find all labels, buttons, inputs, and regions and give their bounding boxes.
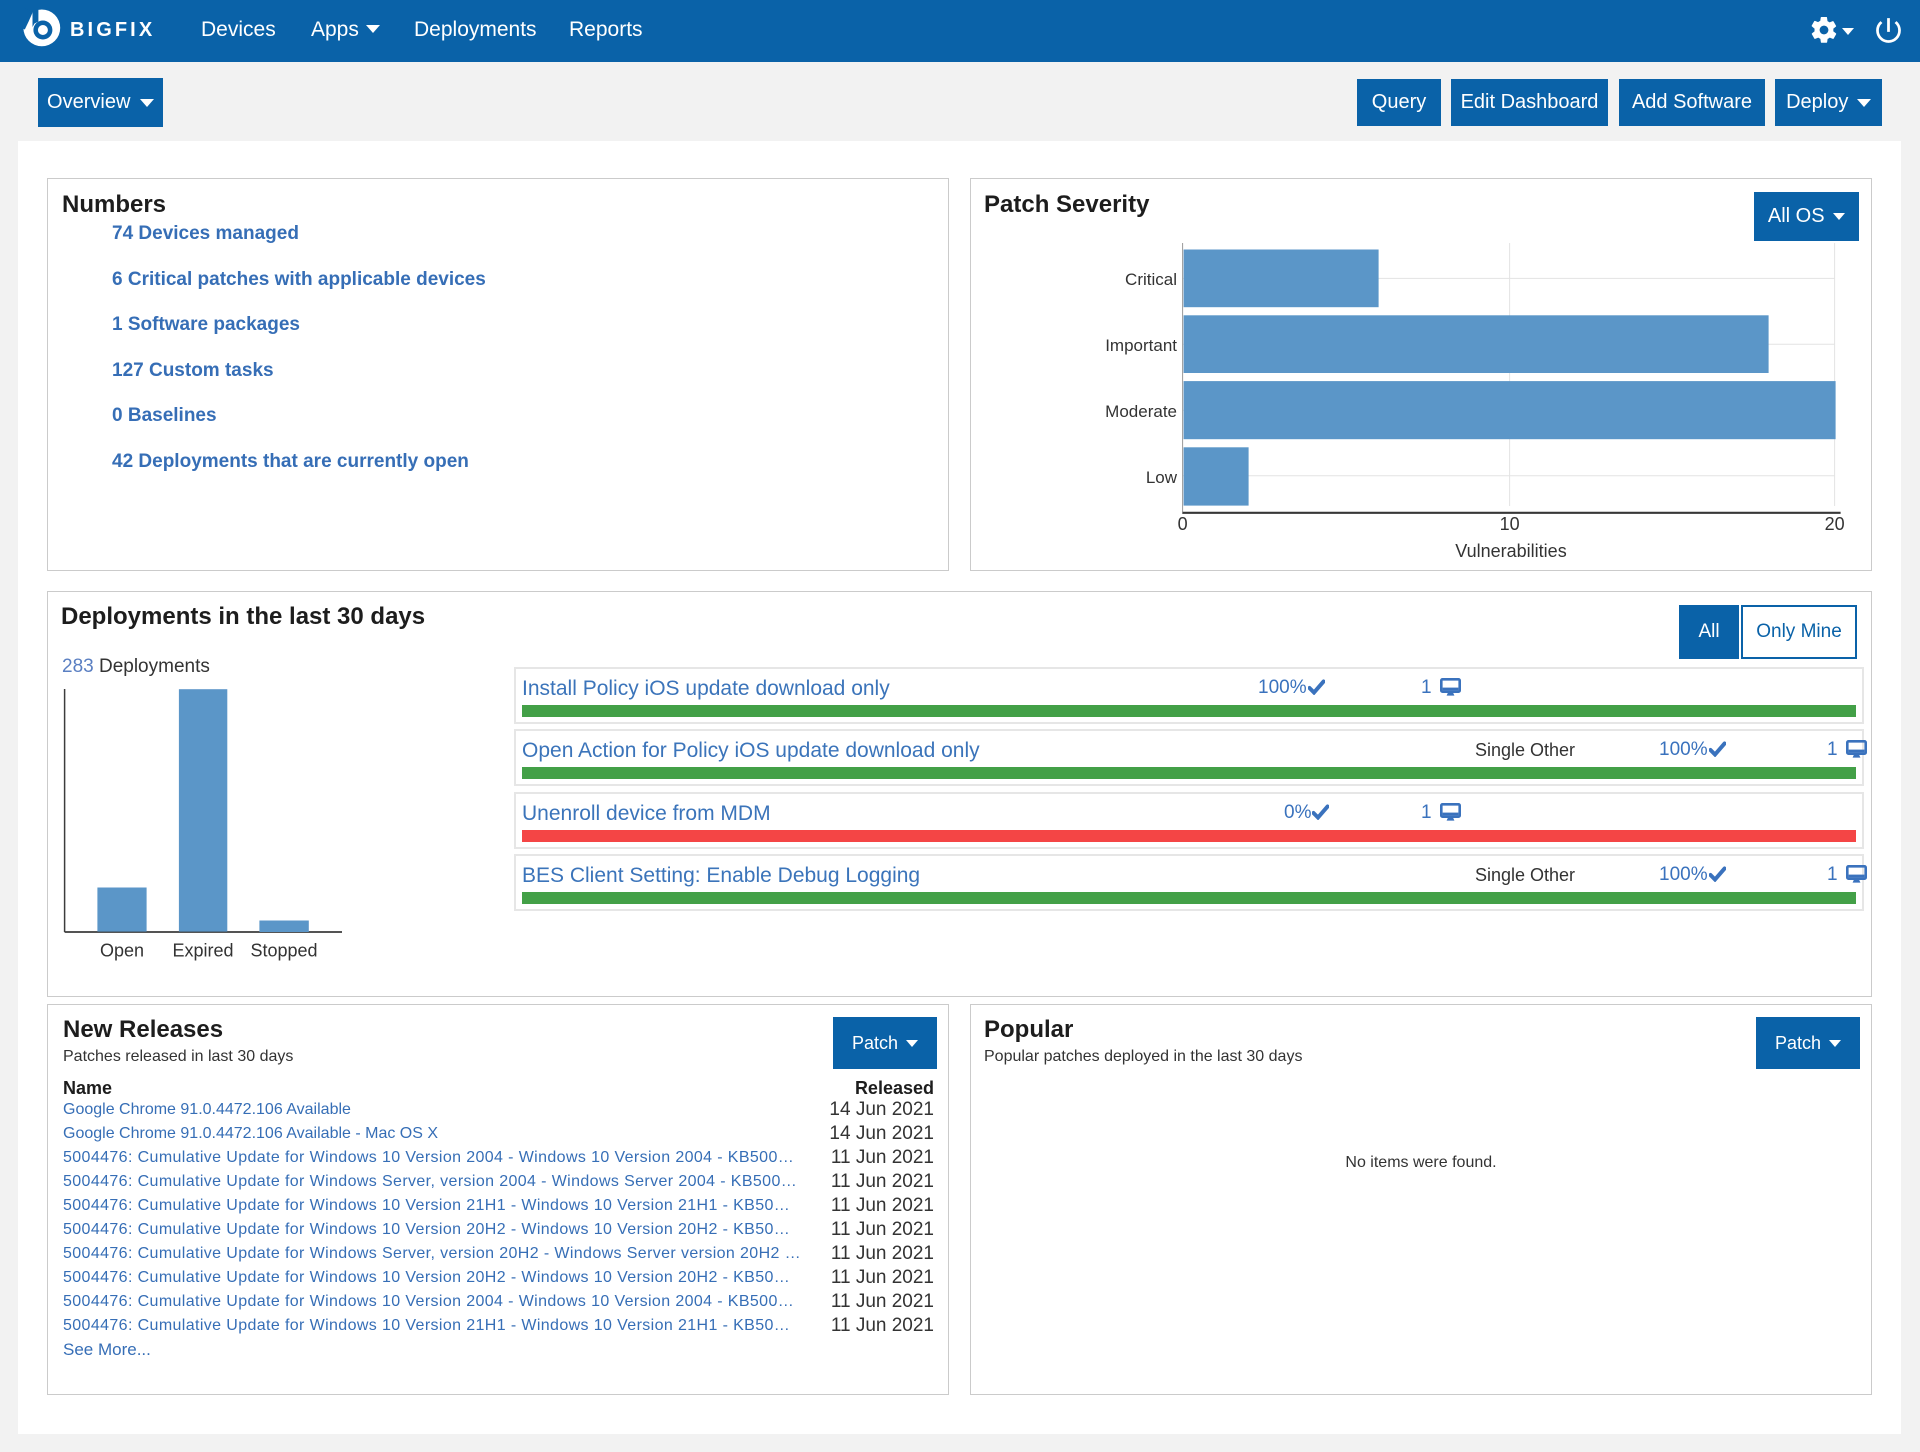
- svg-text:Open: Open: [100, 941, 144, 961]
- svg-text:Low: Low: [1146, 468, 1178, 487]
- svg-text:10: 10: [1500, 514, 1520, 534]
- svg-text:0: 0: [1178, 514, 1188, 534]
- svg-text:Critical: Critical: [1125, 270, 1177, 289]
- svg-text:Vulnerabilities: Vulnerabilities: [1455, 541, 1566, 561]
- svg-text:20: 20: [1825, 514, 1845, 534]
- svg-text:Stopped: Stopped: [250, 941, 317, 961]
- svg-text:Moderate: Moderate: [1105, 402, 1177, 421]
- svg-text:Important: Important: [1105, 336, 1177, 355]
- svg-text:Expired: Expired: [172, 941, 233, 961]
